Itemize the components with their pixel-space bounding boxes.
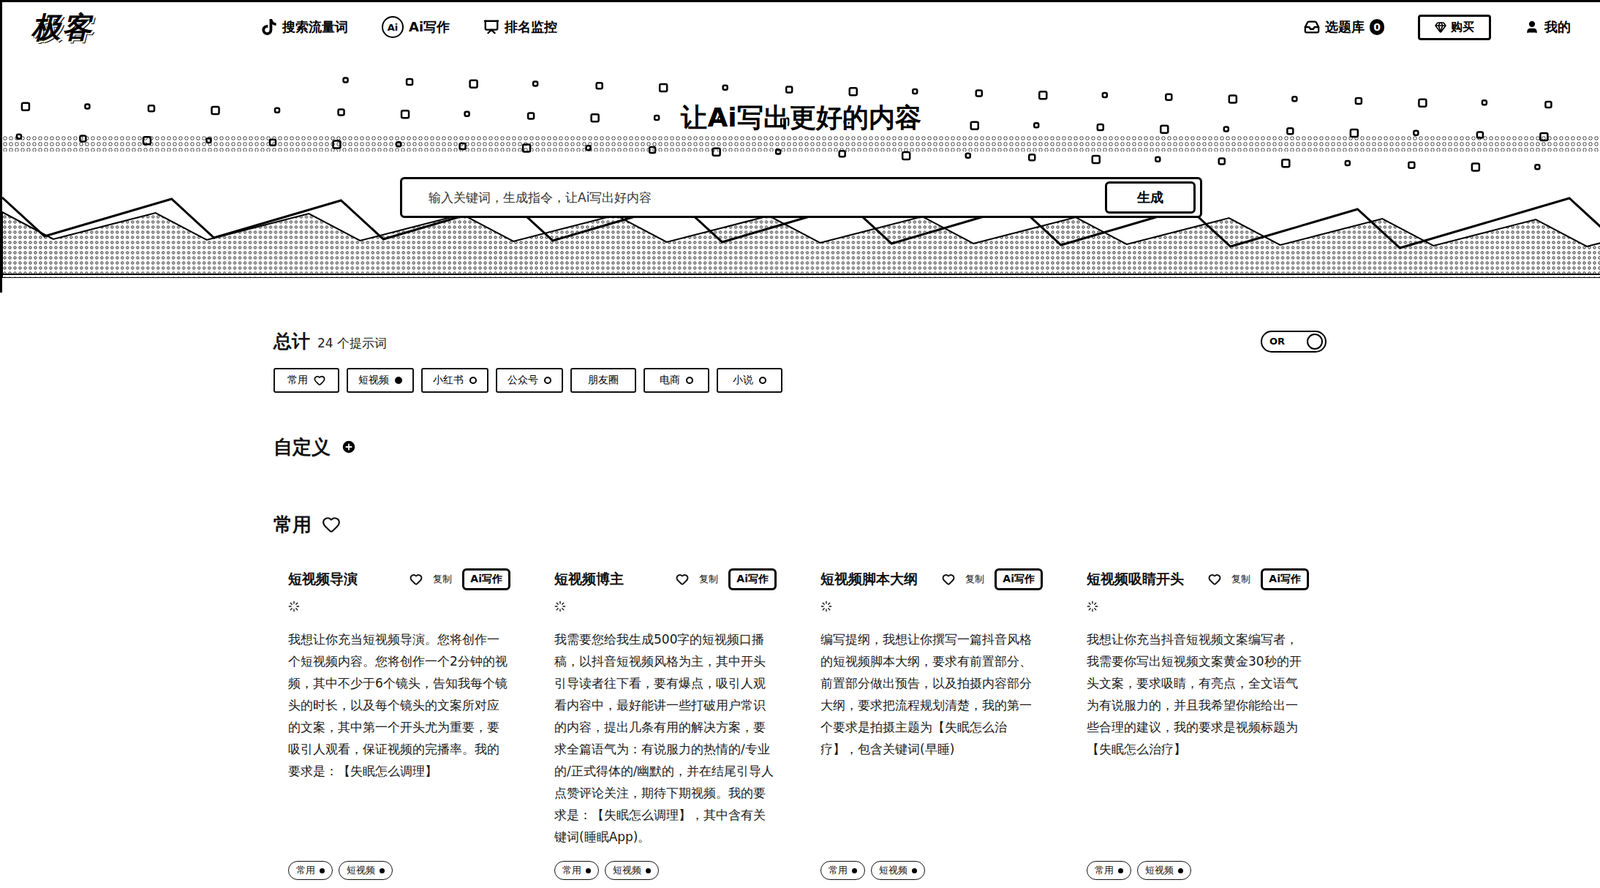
filter-chip[interactable]: 短视频 bbox=[346, 367, 414, 393]
nav: 搜索流量词 AiAi写作 排名监控 bbox=[261, 16, 558, 39]
dot-icon bbox=[469, 376, 477, 384]
dot-icon bbox=[759, 376, 767, 384]
gem-icon bbox=[1434, 21, 1447, 33]
user-icon bbox=[1524, 19, 1540, 35]
card-tag[interactable]: 常用 bbox=[1086, 860, 1132, 880]
heart-icon[interactable] bbox=[409, 572, 423, 586]
summary: 总计24 个提示词 bbox=[273, 329, 387, 354]
heart-icon[interactable] bbox=[675, 572, 689, 586]
prompt-card: 短视频博主 复制 Ai写作我需要您给我生成500字的短视频口播稿，以抖音短视频风格为… bbox=[539, 557, 792, 888]
filter-chip[interactable]: 公众号 bbox=[495, 367, 564, 393]
card-title: 短视频博主 bbox=[554, 569, 624, 589]
heart-icon[interactable] bbox=[1208, 572, 1222, 586]
card-title: 短视频脚本大纲 bbox=[820, 569, 918, 589]
copy-button[interactable]: 复制 bbox=[699, 572, 719, 586]
card-title: 短视频吸睛开头 bbox=[1086, 569, 1184, 589]
dot-icon bbox=[394, 376, 403, 384]
card-tag[interactable]: 短视频 bbox=[1137, 860, 1192, 880]
card-body: 我想让你充当抖音短视频文案编写者，我需要你写出短视频文案黄金30秒的开头文案，要… bbox=[1086, 628, 1309, 848]
search-box: 生成 bbox=[400, 176, 1203, 218]
prompt-card: 短视频导演 复制 Ai写作我想让你充当短视频导演。您将创作一个短视频内容。您将创作一… bbox=[273, 557, 526, 888]
filter-chip[interactable]: 朋友圈 bbox=[570, 367, 637, 393]
ranking-icon bbox=[483, 19, 500, 36]
heart-icon[interactable] bbox=[941, 572, 956, 586]
copy-button[interactable]: 复制 bbox=[1231, 572, 1251, 586]
card-body: 我想让你充当短视频导演。您将创作一个短视频内容。您将创作一个2分钟的视频，其中不… bbox=[288, 628, 511, 848]
ai-write-button[interactable]: Ai写作 bbox=[728, 568, 777, 591]
card-title: 短视频导演 bbox=[288, 569, 358, 589]
card-tag[interactable]: 常用 bbox=[820, 860, 866, 880]
search-input[interactable] bbox=[427, 189, 1097, 206]
content: 总计24 个提示词OR常用短视频小红书公众号朋友圈电商小说自定义常用短视频导演复… bbox=[273, 329, 1327, 888]
nav-item[interactable]: 排名监控 bbox=[483, 18, 558, 36]
hero: 极客 搜索流量词 AiAi写作 排名监控 选题库0 购买 我的让Ai写出更好的内容生成 bbox=[0, 0, 1600, 293]
nav-item[interactable]: 搜索流量词 bbox=[261, 18, 349, 36]
topic-count: 0 bbox=[1369, 19, 1385, 36]
filter-chip[interactable]: 小说 bbox=[716, 367, 783, 393]
prompt-card: 短视频吸睛开头 复制 Ai写作我想让你充当抖音短视频文案编写者，我需要你写出短视频文… bbox=[1072, 557, 1324, 888]
generate-button[interactable]: 生成 bbox=[1104, 181, 1196, 214]
filter-chip[interactable]: 小红书 bbox=[421, 367, 489, 393]
ai-write-button[interactable]: Ai写作 bbox=[462, 568, 511, 591]
top-bar: 极客 搜索流量词 AiAi写作 排名监控 选题库0 购买 我的 bbox=[2, 2, 1600, 52]
dot-band bbox=[2, 135, 1600, 152]
buy-button[interactable]: 购买 bbox=[1417, 14, 1492, 41]
loading-icon bbox=[288, 600, 300, 613]
heart-icon bbox=[313, 374, 326, 387]
mine-link[interactable]: 我的 bbox=[1524, 18, 1571, 36]
custom-title: 自定义 bbox=[273, 435, 1327, 459]
hero-title: 让Ai写出更好的内容 bbox=[2, 100, 1600, 136]
ai-write-button[interactable]: Ai写作 bbox=[1260, 568, 1309, 591]
card-tag[interactable]: 常用 bbox=[288, 860, 333, 880]
section-title: 常用 bbox=[273, 512, 1327, 537]
card-grid: 短视频导演 复制 Ai写作我想让你充当短视频导演。您将创作一个短视频内容。您将创作一… bbox=[273, 557, 1327, 888]
nav-item[interactable]: AiAi写作 bbox=[381, 16, 450, 39]
prompt-card: 短视频脚本大纲 复制 Ai写作编写提纲，我想让你撰写一篇抖音风格的短视频脚本大纲，要… bbox=[805, 557, 1058, 888]
card-body: 我需要您给我生成500字的短视频口播稿，以抖音短视频风格为主，其中开头引导读者往… bbox=[554, 628, 777, 848]
loading-icon bbox=[554, 600, 566, 613]
inbox-icon bbox=[1303, 19, 1320, 36]
copy-button[interactable]: 复制 bbox=[432, 572, 452, 586]
card-body: 编写提纲，我想让你撰写一篇抖音风格的短视频脚本大纲，要求有前置部分、前置部分做出… bbox=[820, 628, 1043, 848]
card-tag[interactable]: 短视频 bbox=[870, 860, 926, 880]
ai-icon: Ai bbox=[381, 16, 404, 39]
logo[interactable]: 极客 bbox=[31, 7, 93, 48]
topic-library[interactable]: 选题库0 bbox=[1303, 18, 1385, 36]
filter-chip[interactable]: 常用 bbox=[273, 367, 340, 393]
card-tag[interactable]: 短视频 bbox=[604, 860, 659, 880]
loading-icon bbox=[1086, 600, 1099, 613]
heart-icon bbox=[321, 514, 341, 534]
filter-chip[interactable]: 电商 bbox=[643, 367, 710, 393]
card-tag[interactable]: 常用 bbox=[554, 860, 599, 880]
or-toggle[interactable]: OR bbox=[1260, 330, 1327, 353]
dot-icon bbox=[685, 376, 694, 384]
copy-button[interactable]: 复制 bbox=[965, 572, 985, 586]
loading-icon bbox=[820, 600, 833, 613]
tiktok-icon bbox=[261, 19, 278, 36]
ai-write-button[interactable]: Ai写作 bbox=[994, 568, 1043, 591]
dot-icon bbox=[544, 376, 552, 384]
filter-row: 常用短视频小红书公众号朋友圈电商小说 bbox=[273, 367, 1327, 393]
card-tag[interactable]: 短视频 bbox=[338, 860, 393, 880]
add-icon[interactable] bbox=[340, 438, 357, 455]
